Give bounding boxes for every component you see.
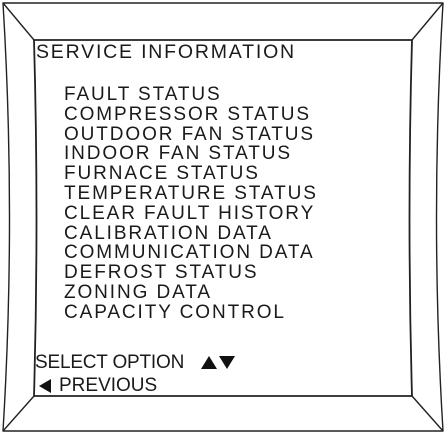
menu-item-compressor-status[interactable]: COMPRESSOR STATUS bbox=[64, 104, 318, 125]
bezel-corner-top-left bbox=[2, 2, 35, 41]
screen-footer: SELECT OPTION PREVIOUS bbox=[35, 351, 236, 397]
triangle-down-icon[interactable] bbox=[219, 356, 236, 369]
menu-item-clear-fault-history[interactable]: CLEAR FAULT HISTORY bbox=[64, 203, 318, 224]
service-information-screen: SERVICE INFORMATION FAULT STATUS COMPRES… bbox=[34, 40, 412, 396]
previous-label: PREVIOUS bbox=[59, 375, 158, 396]
menu-item-calibration-data[interactable]: CALIBRATION DATA bbox=[64, 223, 318, 244]
up-down-arrows[interactable] bbox=[201, 356, 236, 369]
triangle-up-icon[interactable] bbox=[201, 356, 218, 369]
triangle-left-icon bbox=[39, 378, 51, 393]
bezel-corner-bottom-left bbox=[2, 395, 35, 432]
menu-item-defrost-status[interactable]: DEFROST STATUS bbox=[64, 263, 318, 283]
previous-button[interactable]: PREVIOUS bbox=[35, 374, 235, 397]
menu-item-communication-data[interactable]: COMMUNICATION DATA bbox=[64, 243, 318, 263]
select-option-label: SELECT OPTION bbox=[35, 352, 185, 373]
menu-item-indoor-fan-status[interactable]: INDOOR FAN STATUS bbox=[64, 144, 318, 164]
menu-item-zoning-data[interactable]: ZONING DATA bbox=[64, 283, 318, 303]
menu-item-outdoor-fan-status[interactable]: OUTDOOR FAN STATUS bbox=[64, 124, 318, 145]
menu-item-fault-status[interactable]: FAULT STATUS bbox=[64, 85, 318, 105]
menu-item-furnace-status[interactable]: FURNACE STATUS bbox=[64, 164, 318, 184]
bezel-corner-bottom-right bbox=[411, 395, 444, 432]
menu-item-capacity-control[interactable]: CAPACITY CONTROL bbox=[64, 302, 318, 323]
screen-title: SERVICE INFORMATION bbox=[36, 41, 296, 63]
select-option-row[interactable]: SELECT OPTION bbox=[35, 351, 236, 374]
bezel-corner-top-right bbox=[411, 2, 444, 41]
service-menu: FAULT STATUS COMPRESSOR STATUS OUTDOOR F… bbox=[64, 85, 318, 323]
menu-item-temperature-status[interactable]: TEMPERATURE STATUS bbox=[64, 184, 318, 204]
